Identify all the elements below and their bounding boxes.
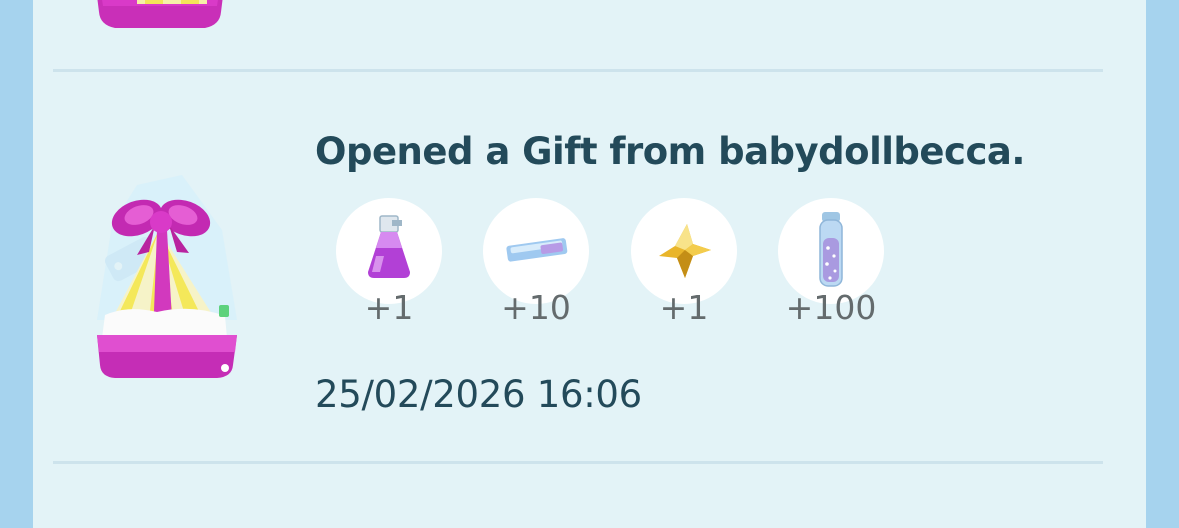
gift-icon <box>97 0 223 28</box>
reward-item: +1 <box>336 198 442 328</box>
divider <box>53 69 1103 72</box>
reward-item: +10 <box>483 198 589 328</box>
entry-timestamp: 25/02/2026 16:06 <box>315 373 642 416</box>
entry-title: Opened a Gift from babydollbecca. <box>315 130 1025 173</box>
reward-quantity: +1 <box>364 288 414 327</box>
divider <box>53 461 1103 464</box>
reward-item: +1 <box>631 198 737 328</box>
reward-quantity: +100 <box>785 288 877 327</box>
reward-quantity: +1 <box>659 288 709 327</box>
reward-quantity: +10 <box>501 288 571 327</box>
gift-icon <box>97 175 237 378</box>
reward-item: +100 <box>778 198 884 328</box>
journal-panel: Opened a Gift from babydollbecca. +1 +10… <box>33 0 1146 528</box>
